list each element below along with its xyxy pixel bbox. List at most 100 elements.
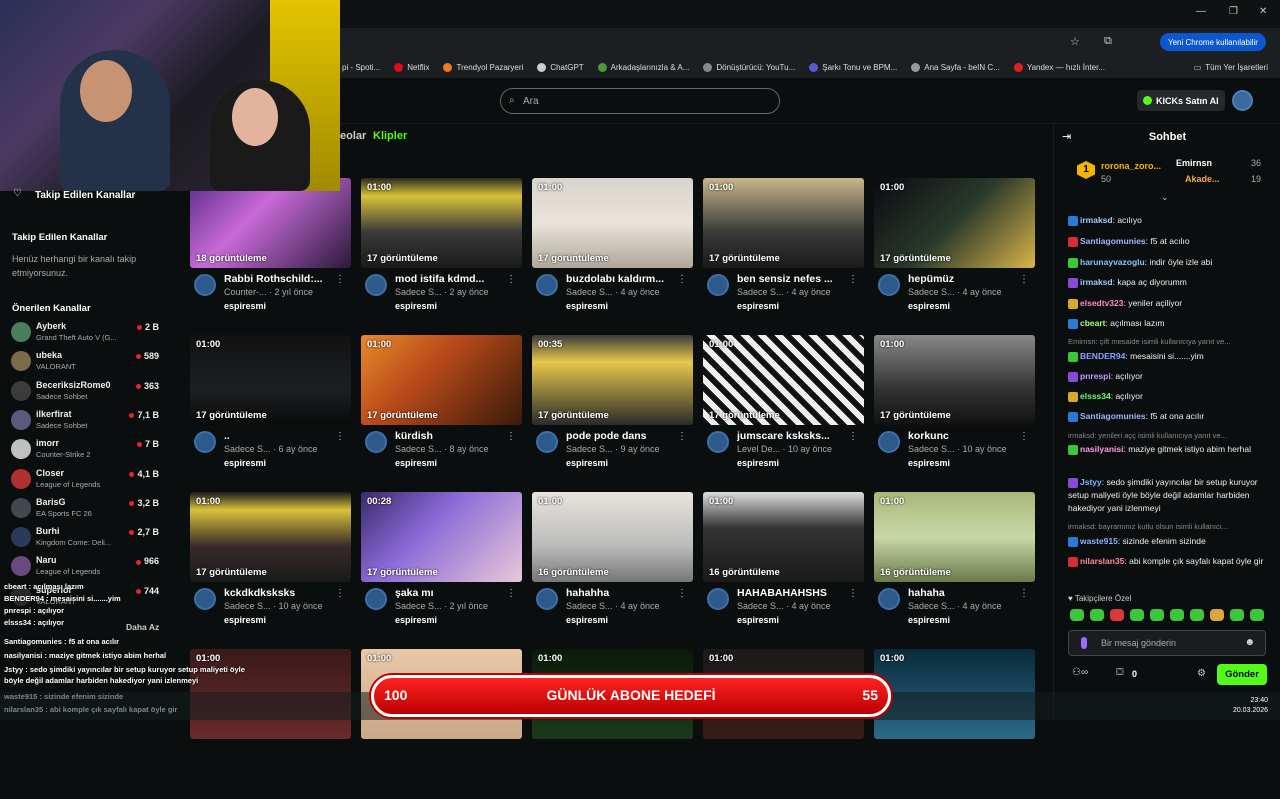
- chat-username[interactable]: elsedtv323: [1080, 298, 1123, 308]
- clip-title[interactable]: kürdish: [395, 430, 505, 442]
- more-options-icon[interactable]: ⋮: [506, 274, 516, 285]
- leader-name[interactable]: Akade...: [1185, 174, 1220, 184]
- chat-username[interactable]: waste915: [1080, 536, 1118, 546]
- clip-title[interactable]: pode pode dans: [566, 430, 676, 442]
- more-options-icon[interactable]: ⋮: [506, 588, 516, 599]
- emote-icon[interactable]: [1170, 609, 1184, 621]
- suggested-channel[interactable]: BarisG EA Sports FC 26 3,2 B: [11, 495, 159, 523]
- clip-thumbnail[interactable]: 01:00 17 görüntüleme: [190, 492, 351, 582]
- chat-username[interactable]: elsss34: [1080, 391, 1111, 401]
- clip-creator[interactable]: espiresmi: [566, 458, 608, 468]
- chat-username[interactable]: harunayvazoglu: [1080, 257, 1145, 267]
- address-bar[interactable]: [340, 28, 1280, 56]
- clip-creator[interactable]: espiresmi: [395, 458, 437, 468]
- clip-title[interactable]: Rabbi Rothschild:...: [224, 273, 334, 285]
- clip-creator[interactable]: espiresmi: [737, 615, 779, 625]
- creator-avatar[interactable]: [194, 431, 216, 453]
- clip-title[interactable]: buzdolabı kaldırm...: [566, 273, 676, 285]
- clip-card[interactable]: 01:00 17 görüntüleme buzdolabı kaldırm... S…: [532, 178, 693, 328]
- emoji-icon[interactable]: ☻: [1244, 637, 1255, 648]
- emote-icon[interactable]: [1110, 609, 1124, 621]
- clip-creator[interactable]: espiresmi: [908, 301, 950, 311]
- more-options-icon[interactable]: ⋮: [335, 431, 345, 442]
- clip-title[interactable]: hepümüz: [908, 273, 1018, 285]
- more-options-icon[interactable]: ⋮: [335, 588, 345, 599]
- clip-card[interactable]: 01:00 17 görüntüleme ben sensiz nefes ... S…: [703, 178, 864, 328]
- clip-creator[interactable]: espiresmi: [224, 458, 266, 468]
- leader-name[interactable]: rorona_zoro...: [1101, 161, 1161, 171]
- all-bookmarks[interactable]: ▭ Tüm Yer İşaretleri: [1194, 63, 1268, 72]
- search-input[interactable]: ⌕ Ara: [500, 88, 780, 114]
- chat-message-input[interactable]: Bir mesaj gönderin ☻: [1068, 630, 1266, 656]
- creator-avatar[interactable]: [194, 274, 216, 296]
- creator-avatar[interactable]: [536, 431, 558, 453]
- emote-icon[interactable]: [1150, 609, 1164, 621]
- chat-username[interactable]: nilarslan35: [1080, 556, 1124, 566]
- creator-avatar[interactable]: [878, 431, 900, 453]
- more-options-icon[interactable]: ⋮: [506, 431, 516, 442]
- clip-creator[interactable]: espiresmi: [908, 615, 950, 625]
- more-options-icon[interactable]: ⋮: [848, 588, 858, 599]
- more-options-icon[interactable]: ⋮: [848, 274, 858, 285]
- chrome-update-button[interactable]: Yeni Chrome kullanılabilir: [1160, 33, 1266, 51]
- clip-title[interactable]: ben sensiz nefes ...: [737, 273, 847, 285]
- clip-thumbnail[interactable]: 01:00 17 görüntüleme: [703, 335, 864, 425]
- clip-creator[interactable]: espiresmi: [224, 301, 266, 311]
- clip-card[interactable]: 01:00 17 görüntüleme mod istifa kdmd... Sad…: [361, 178, 522, 328]
- star-icon[interactable]: ☆: [1070, 35, 1080, 48]
- emote-icon[interactable]: [1250, 609, 1264, 621]
- emote-icon[interactable]: [1090, 609, 1104, 621]
- clip-thumbnail[interactable]: 01:00 17 görüntüleme: [190, 335, 351, 425]
- chat-username[interactable]: nasilyanisi: [1080, 444, 1123, 454]
- clip-card[interactable]: 00:35 17 görüntüleme pode pode dans Sadece …: [532, 335, 693, 485]
- more-options-icon[interactable]: ⋮: [1019, 431, 1029, 442]
- user-avatar[interactable]: [1232, 90, 1253, 111]
- clip-creator[interactable]: espiresmi: [395, 301, 437, 311]
- emote-icon[interactable]: [1190, 609, 1204, 621]
- clip-thumbnail[interactable]: 01:00 16 görüntüleme: [532, 492, 693, 582]
- more-options-icon[interactable]: ⋮: [677, 274, 687, 285]
- bookmark[interactable]: Trendyol Pazaryeri: [443, 62, 523, 72]
- clip-card[interactable]: 01:00 16 görüntüleme hahahha Sadece S... · …: [532, 492, 693, 642]
- suggested-channel[interactable]: imorr Counter-Strike 2 7 B: [11, 436, 159, 464]
- clip-creator[interactable]: espiresmi: [908, 458, 950, 468]
- clip-thumbnail[interactable]: 00:28 17 görüntüleme: [361, 492, 522, 582]
- buy-kicks-button[interactable]: KICKs Satın Al: [1137, 90, 1225, 111]
- clip-card[interactable]: 01:00: [532, 649, 693, 799]
- infinity-icon[interactable]: ⚇∞: [1072, 667, 1088, 678]
- suggested-channel[interactable]: BeceriksizRome0 Sadece Sohbet 363: [11, 378, 159, 406]
- chat-username[interactable]: BENDER94: [1080, 351, 1125, 361]
- tab-videos[interactable]: eolar: [340, 130, 366, 142]
- tab-clips[interactable]: Klipler: [373, 130, 407, 142]
- suggested-channel[interactable]: ilkerfirat Sadece Sohbet 7,1 B: [11, 407, 159, 435]
- clip-card[interactable]: 01:00 17 görüntüleme hepümüz Sadece S... · …: [874, 178, 1035, 328]
- clip-card[interactable]: 01:00 17 görüntüleme.. Sadece S... · 6 ay …: [190, 335, 351, 485]
- clip-thumbnail[interactable]: 01:00 16 görüntüleme: [874, 492, 1035, 582]
- creator-avatar[interactable]: [707, 274, 729, 296]
- more-options-icon[interactable]: ⋮: [335, 274, 345, 285]
- clip-thumbnail[interactable]: 01:00 17 görüntüleme: [361, 335, 522, 425]
- clip-title[interactable]: mod istifa kdmd...: [395, 273, 505, 285]
- clip-title[interactable]: jumscare ksksks...: [737, 430, 847, 442]
- extensions-icon[interactable]: ⧉: [1104, 35, 1112, 48]
- creator-avatar[interactable]: [365, 431, 387, 453]
- creator-avatar[interactable]: [878, 588, 900, 610]
- clip-card[interactable]: 01:00: [874, 649, 1035, 799]
- more-options-icon[interactable]: ⋮: [1019, 274, 1029, 285]
- chat-username[interactable]: irmaksd: [1080, 277, 1113, 287]
- suggested-channel[interactable]: Naru League of Legends 966: [11, 553, 159, 581]
- clip-thumbnail[interactable]: 01:00 17 görüntüleme: [874, 178, 1035, 268]
- chat-username[interactable]: Jstyy: [1080, 477, 1102, 487]
- chat-username[interactable]: Santiagomunies: [1080, 236, 1146, 246]
- expand-leaderboard-icon[interactable]: ⌄: [1161, 192, 1169, 203]
- clip-card[interactable]: 01:00: [361, 649, 522, 799]
- clip-card[interactable]: 01:00 17 görüntüleme korkunc Sadece S... · …: [874, 335, 1035, 485]
- gift-icon[interactable]: ⛋: [1116, 667, 1124, 678]
- bookmark[interactable]: ChatGPT: [537, 62, 584, 72]
- suggested-channel[interactable]: Burhi Kingdom Come: Deli... 2,7 B: [11, 524, 159, 552]
- clip-title[interactable]: hahaha: [908, 587, 1018, 599]
- clip-card[interactable]: 01:00 17 görüntüleme kürdish Sadece S... · …: [361, 335, 522, 485]
- emote-icon[interactable]: [1210, 609, 1224, 621]
- clip-title[interactable]: HAHABAHAHSHS: [737, 587, 847, 599]
- clip-card[interactable]: 01:00: [703, 649, 864, 799]
